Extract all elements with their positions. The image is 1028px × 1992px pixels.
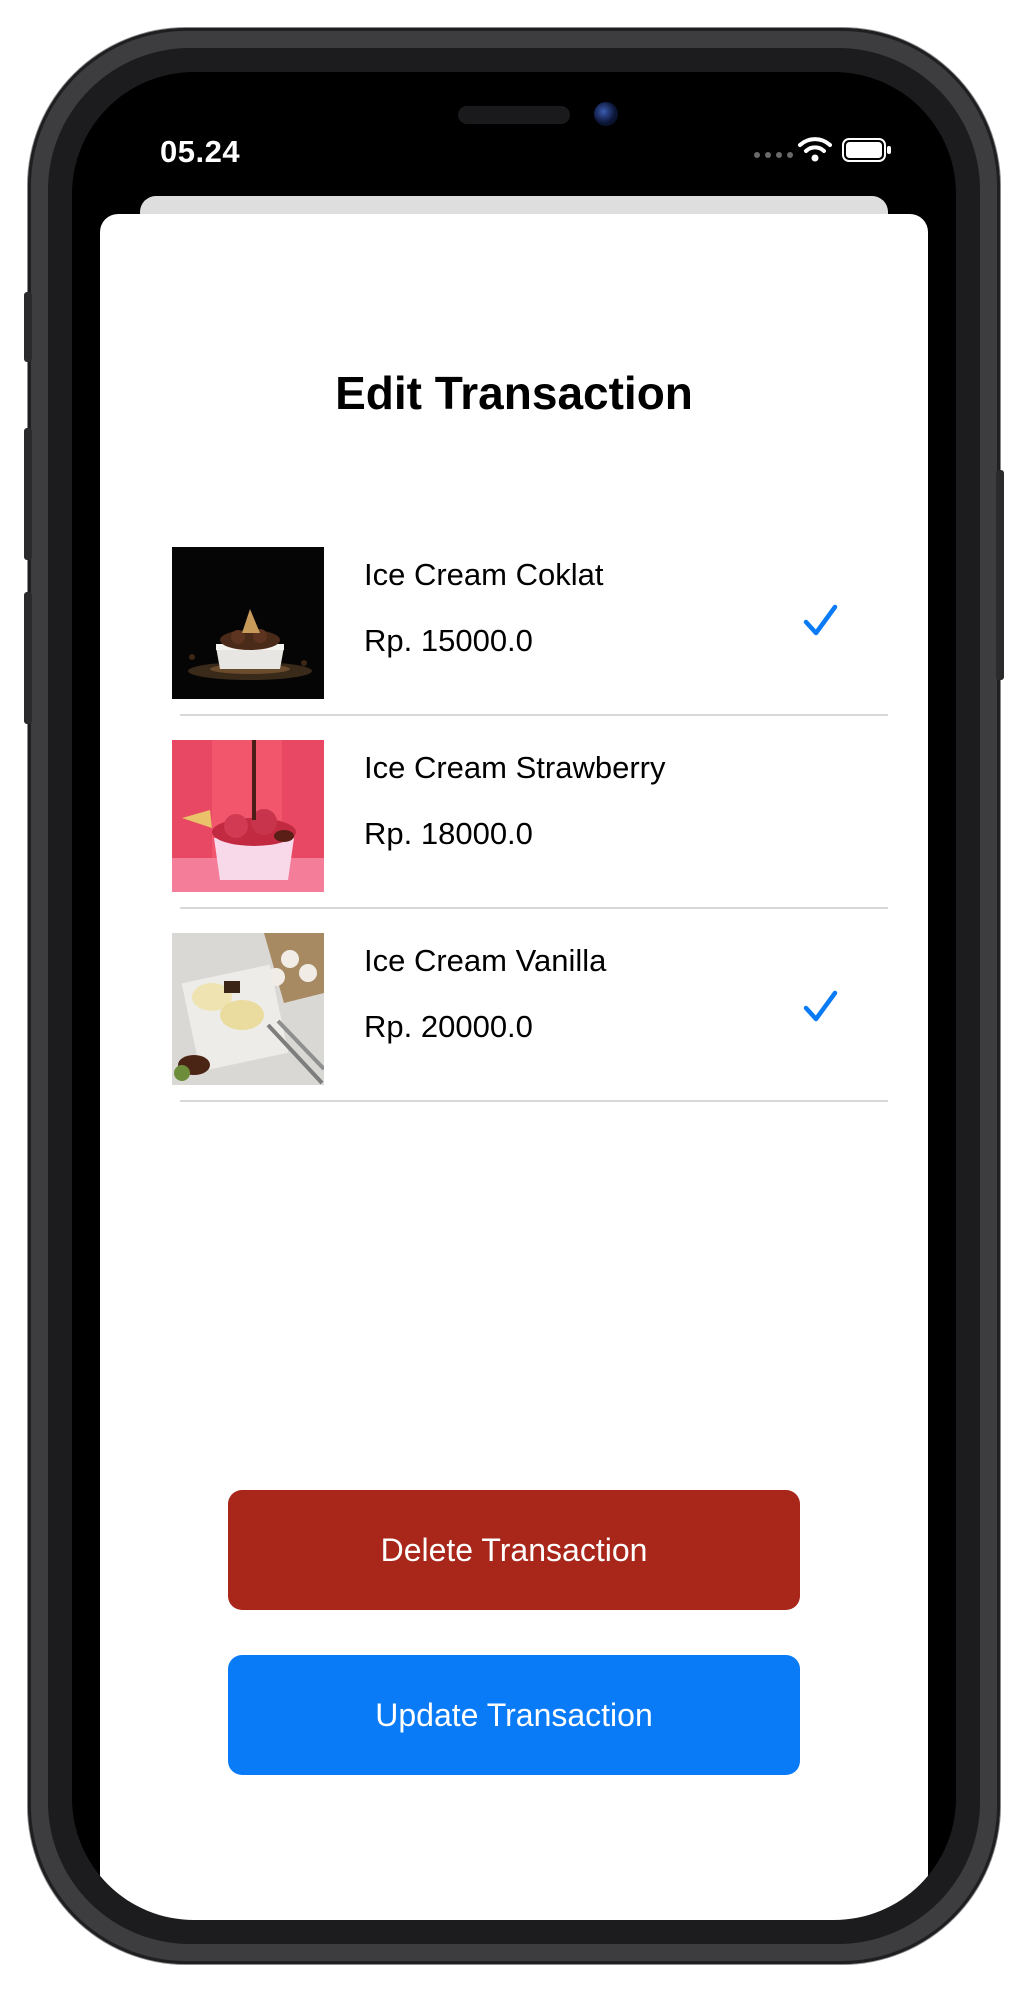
list-item[interactable]: Ice Cream Vanilla Rp. 20000.0 [172,909,928,1102]
checkmark-icon [803,990,838,1022]
page-title: Edit Transaction [335,367,693,419]
checkmark-icon [803,604,838,636]
item-name: Ice Cream Vanilla [364,943,607,978]
item-price: Rp. 15000.0 [364,623,533,658]
volume-up-button [24,428,32,560]
power-button [996,470,1004,680]
vanilla-ice-cream-image [172,933,324,1085]
item-price: Rp. 18000.0 [364,816,533,851]
signal-dots-icon [754,152,793,158]
wifi-icon [798,137,832,162]
speaker-grille [458,106,570,124]
edit-transaction-sheet: Edit Transaction Ice Cream Coklat Rp. 15… [100,214,928,1920]
battery-icon [842,138,891,162]
phone-screen: 05.24 Edit Transaction Ice Cream Coklat … [72,72,956,1920]
delete-transaction-button[interactable]: Delete Transaction [228,1490,800,1610]
chocolate-ice-cream-image [172,547,324,699]
item-price: Rp. 20000.0 [364,1009,533,1044]
list-item[interactable]: Ice Cream Coklat Rp. 15000.0 [172,523,928,716]
volume-down-button [24,592,32,724]
row-divider [180,1100,888,1102]
item-name: Ice Cream Strawberry [364,750,666,785]
strawberry-ice-cream-image [172,740,324,892]
status-time: 05.24 [160,134,241,169]
list-item[interactable]: Ice Cream Strawberry Rp. 18000.0 [172,716,928,909]
camera-icon [594,102,618,126]
update-transaction-button[interactable]: Update Transaction [228,1655,800,1775]
mute-switch [24,292,32,362]
item-name: Ice Cream Coklat [364,557,604,592]
